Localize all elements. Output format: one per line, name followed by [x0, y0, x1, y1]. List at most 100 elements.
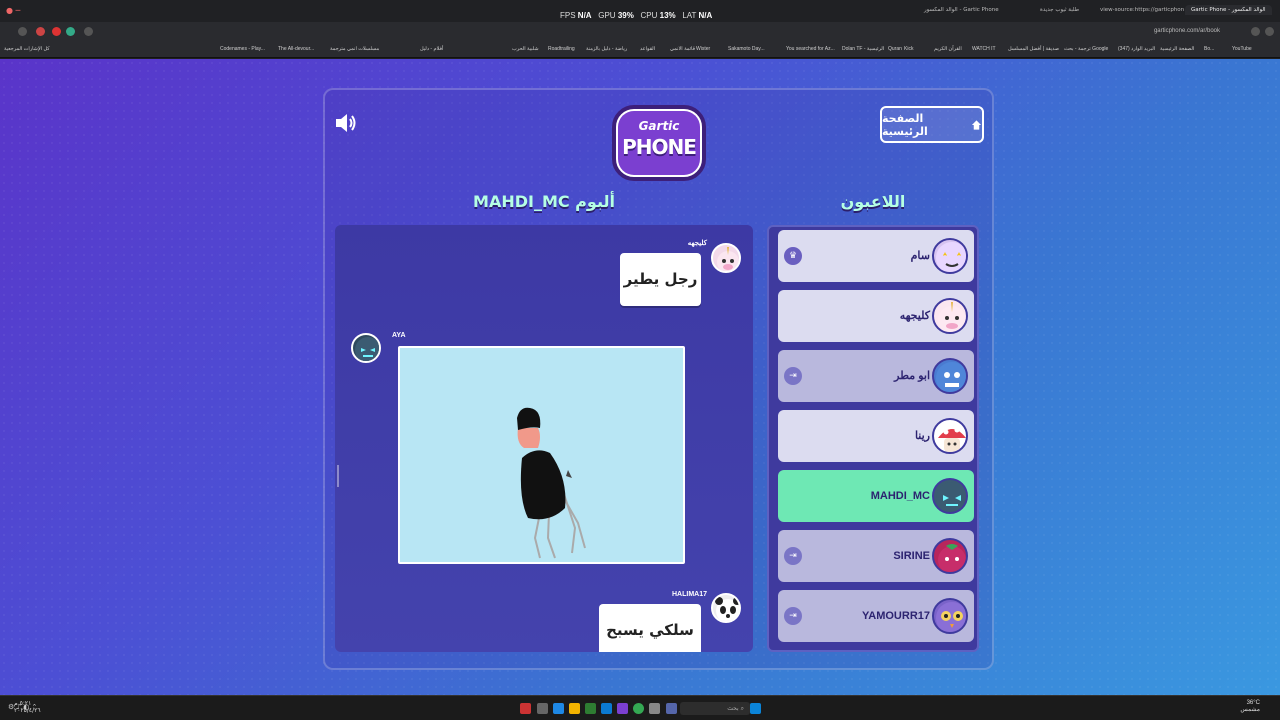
bookmark-item[interactable]: Roadtrailing	[548, 46, 575, 52]
bookmark-item[interactable]: You searched for Az...	[786, 46, 835, 52]
bookmark-item[interactable]: قائمة الانمي	[670, 46, 695, 52]
app-icon[interactable]	[520, 703, 531, 714]
app-icon[interactable]	[649, 703, 660, 714]
album-panel[interactable]: كليجهه رجل يطير AYA HALIMA17 سلكي يسبح	[335, 225, 753, 652]
folder-icon[interactable]	[569, 703, 580, 714]
entry-author: كليجهه	[687, 240, 707, 247]
exit-icon: ⇥	[784, 547, 802, 565]
logo-text-top: Gartic	[638, 119, 680, 133]
player-name: SIRINE	[893, 550, 930, 562]
app-icon[interactable]	[617, 703, 628, 714]
bookmark-item[interactable]: WATCH IT	[972, 46, 996, 52]
bookmark-item[interactable]: القواعد	[640, 46, 655, 52]
fps-value: N/A	[577, 11, 592, 20]
player-row: ⇥ ابو مطر	[778, 350, 974, 402]
avatar-unicorn-icon	[932, 298, 968, 334]
lat-value: N/A	[698, 11, 713, 20]
entry-text-bubble: سلكي يسبح	[599, 604, 701, 652]
fps-label: FPS	[560, 11, 576, 20]
bookmark-item[interactable]: مسلسلات انمي مترجمة	[330, 46, 379, 52]
edge-icon[interactable]	[553, 703, 564, 714]
taskbar-search[interactable]: بحث ⌕	[680, 702, 750, 715]
bookmark-item[interactable]: القرآن الكريم	[934, 46, 962, 52]
star-icon[interactable]	[84, 27, 93, 36]
taskbar-search-label: بحث	[727, 705, 739, 712]
back-icon[interactable]	[18, 27, 27, 36]
bookmark-item[interactable]: Quran	[888, 46, 902, 52]
browser-tab-active[interactable]: Gartic Phone - الوالد المكسور	[1185, 5, 1272, 15]
player-row: ♛ سام	[778, 230, 974, 282]
player-row: كليجهه	[778, 290, 974, 342]
players-title: اللاعبون	[840, 192, 906, 211]
cpu-value: 13%	[659, 11, 676, 20]
drawing-flying-man	[517, 407, 586, 559]
bookmark-item[interactable]: YouTube	[1232, 46, 1252, 52]
bookmark-item[interactable]: ترجمة - بحث Google	[1064, 46, 1108, 52]
app-icon[interactable]	[666, 703, 677, 714]
player-name: ابو مطر	[894, 370, 930, 382]
browser-menu-icon[interactable]: ● ─	[6, 6, 20, 15]
browser-tab[interactable]: view-source:https://garticphon	[1100, 7, 1184, 13]
home-icon	[971, 119, 982, 130]
forward-icon[interactable]	[1265, 27, 1274, 36]
bookmark-item[interactable]: أفلام - دليل	[420, 46, 443, 52]
bookmark-item[interactable]: Sakamoto Day...	[728, 46, 765, 52]
player-name: MAHDI_MC	[870, 490, 930, 502]
avatar-berry-icon	[932, 538, 968, 574]
scroll-indicator	[337, 465, 339, 487]
exit-icon: ⇥	[784, 607, 802, 625]
entry-text-bubble: رجل يطير	[620, 253, 701, 306]
players-panel: ♛ سام كليجهه ⇥ ابو مطر رينا MAHDI_MC ⇥ S…	[767, 225, 979, 652]
avatar-panda-icon	[711, 593, 741, 623]
bookmark-item[interactable]: Wister	[696, 46, 710, 52]
avatar-star-eyes-icon	[932, 238, 968, 274]
bookmark-item[interactable]: Dolan TF - الرئيسية	[842, 46, 884, 52]
bookmark-item[interactable]: The All-devour...	[278, 46, 314, 52]
gpu-value: 39%	[617, 11, 634, 20]
windows-start-icon[interactable]	[750, 703, 761, 714]
extension-icon[interactable]	[66, 27, 75, 36]
bookmark-item[interactable]: كل الإشارات المرجعية	[4, 46, 50, 52]
player-name: سام	[910, 250, 930, 262]
app-icon[interactable]	[601, 703, 612, 714]
bookmark-item[interactable]: Codenames - Play...	[220, 46, 265, 52]
cpu-label: CPU	[640, 11, 658, 20]
time-label: ٥:٢١ م	[14, 700, 32, 707]
player-name: رينا	[914, 430, 930, 442]
date-time: ٥:٢١ م ٢٠٢٥/٤/٢٦	[14, 700, 41, 714]
player-row: رينا	[778, 410, 974, 462]
excel-icon[interactable]	[585, 703, 596, 714]
extension-icon[interactable]	[36, 27, 45, 36]
address-input[interactable]: garticphone.com/ar/book	[1154, 28, 1220, 34]
app-icon[interactable]	[537, 703, 548, 714]
game-page: الصفحة الرئيسية Gartic PHONE ألبوم MAHDI…	[0, 59, 1280, 695]
player-row: ⇥ SIRINE	[778, 530, 974, 582]
avatar-mushroom-icon	[932, 418, 968, 454]
home-button[interactable]: الصفحة الرئيسية	[880, 106, 984, 143]
extension-icon[interactable]	[52, 27, 61, 36]
bookmark-item[interactable]: Kick	[904, 46, 913, 52]
weather-desc: مشمس	[1240, 707, 1260, 713]
bookmark-item[interactable]: (347) البريد الوارد	[1118, 46, 1155, 52]
bookmark-item[interactable]: شلبية الحرب	[512, 46, 539, 52]
player-row-current: MAHDI_MC	[778, 470, 974, 522]
performance-overlay: FPS N/A GPU 39% CPU 13% LAT N/A	[560, 11, 712, 20]
bookmark-item[interactable]: صديقة | أفضل المسلسل	[1008, 46, 1059, 52]
player-row: ⇥ YAMOURR17	[778, 590, 974, 642]
avatar-owl-icon	[932, 598, 968, 634]
entry-author: AYA	[392, 332, 406, 339]
browser-url-bar: garticphone.com/ar/book	[0, 22, 1280, 42]
player-name: كليجهه	[899, 310, 930, 322]
browser-tab-bar: ● ─ FPS N/A GPU 39% CPU 13% LAT N/A الوا…	[0, 0, 1280, 22]
home-button-label: الصفحة الرئيسية	[882, 111, 928, 138]
bookmark-item[interactable]: Bo...	[1204, 46, 1214, 52]
gartic-phone-logo: Gartic PHONE	[612, 105, 706, 181]
bookmark-item[interactable]: رياضة - دليل بالزمنة	[586, 46, 627, 52]
chrome-icon[interactable]	[633, 703, 644, 714]
browser-tab[interactable]: طلبة ثيوب جديدة	[1040, 7, 1079, 13]
browser-tab[interactable]: الوالد المكسور - Gartic Phone	[924, 7, 999, 13]
reload-icon[interactable]	[1251, 27, 1260, 36]
gpu-label: GPU	[598, 11, 616, 20]
speaker-icon[interactable]	[333, 110, 359, 136]
bookmark-item[interactable]: الصفحة الرئيسية	[1160, 46, 1194, 52]
